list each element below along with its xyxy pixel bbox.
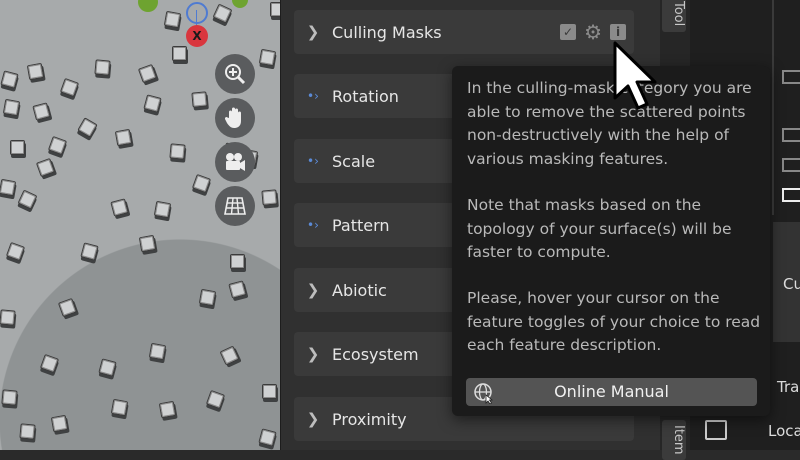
scatter-point (230, 254, 245, 269)
scatter-point (80, 242, 99, 261)
scatter-point (163, 10, 182, 29)
list-item[interactable] (782, 188, 800, 202)
pan-button[interactable] (215, 98, 255, 138)
row-label: Proximity (332, 409, 407, 429)
scatter-point (2, 98, 21, 117)
dot-chevron-icon: •› (307, 154, 319, 168)
scatter-point (258, 428, 277, 447)
scatter-point (153, 200, 172, 219)
list-item[interactable] (782, 158, 800, 172)
scatter-point (0, 178, 17, 197)
row-label: Pattern (332, 215, 390, 235)
panel-row-culling-masks[interactable]: ❯ Culling Masks ✓ ⚙ i (294, 10, 634, 54)
image-icon[interactable] (705, 420, 727, 440)
gizmo-x-axis[interactable]: X (186, 25, 208, 47)
cul-label: Cul (783, 275, 800, 293)
dot-chevron-icon: •› (307, 218, 319, 232)
scatter-point (0, 309, 16, 326)
scatter-point (114, 128, 133, 147)
checkbox-icon[interactable]: ✓ (560, 24, 577, 40)
scatter-point (17, 189, 38, 210)
scatter-point (191, 91, 208, 108)
row-label: Culling Masks (332, 22, 442, 42)
gear-icon[interactable]: ⚙ (584, 20, 602, 44)
scatter-point (138, 234, 157, 253)
scatter-point (0, 70, 19, 89)
scatter-point (98, 358, 117, 377)
tooltip: In the culling-mask category you are abl… (452, 66, 770, 416)
scatter-point (228, 280, 247, 299)
chevron-right-icon: ❯ (306, 345, 320, 363)
chevron-right-icon: ❯ (306, 23, 320, 41)
loca-label: Loca (768, 422, 800, 440)
camera-icon (226, 153, 245, 171)
scatter-point (212, 3, 233, 24)
scatter-point (59, 77, 80, 98)
gizmo-z-axis-ring[interactable] (186, 2, 208, 24)
grid-button[interactable] (215, 186, 255, 226)
scatter-point (39, 353, 60, 374)
grid-icon (224, 197, 246, 215)
scatter-point (5, 241, 26, 262)
chevron-right-icon: ❯ (306, 410, 320, 428)
online-manual-label: Online Manual (554, 382, 669, 402)
scatter-point (143, 94, 162, 113)
camera-button[interactable] (215, 142, 255, 182)
tooltip-paragraph-3: Please, hover your cursor on the feature… (467, 289, 761, 354)
tra-label: Tra (777, 378, 800, 396)
scatter-point (77, 117, 98, 138)
row-label: Ecosystem (332, 344, 419, 364)
info-icon[interactable]: i (610, 24, 626, 40)
list-item[interactable] (782, 128, 800, 142)
scatter-point (110, 198, 129, 217)
scatter-point (32, 102, 51, 121)
scatter-point (191, 173, 212, 194)
scatter-point (261, 189, 278, 206)
scatter-point (57, 297, 78, 318)
mouse-cursor-icon (613, 41, 657, 110)
scatter-point (262, 384, 277, 399)
scatter-point (110, 398, 129, 417)
scatter-point (94, 59, 111, 76)
scatter-point (50, 414, 69, 433)
row-label: Scale (332, 151, 376, 171)
chevron-right-icon: ❯ (306, 281, 320, 299)
list-item[interactable] (782, 70, 800, 84)
hand-icon (224, 107, 241, 128)
scatter-point (169, 143, 186, 160)
globe-icon (474, 383, 494, 404)
magnifier-plus-icon (225, 64, 246, 85)
panel-divider (772, 0, 774, 215)
scatter-point (47, 135, 68, 156)
scatter-point (270, 2, 280, 17)
scatter-point (19, 423, 36, 440)
scatter-point (10, 140, 25, 155)
scatter-point (198, 288, 217, 307)
scatter-point (158, 400, 177, 419)
gizmo-y-axis[interactable] (138, 0, 158, 12)
scatter-point (205, 389, 226, 410)
scatter-point (137, 63, 158, 84)
tab-item[interactable]: Item (662, 420, 686, 460)
3d-viewport[interactable]: X (0, 0, 280, 450)
scatter-point (26, 62, 45, 81)
scatter-point (1, 389, 18, 406)
online-manual-button[interactable]: Online Manual (466, 378, 757, 406)
scatter-point (219, 345, 240, 366)
row-label: Abiotic (332, 280, 387, 300)
scatter-point (172, 46, 187, 61)
tab-tool[interactable]: Tool (662, 0, 686, 32)
dot-chevron-icon: •› (307, 89, 319, 103)
scatter-point (258, 48, 277, 67)
zoom-button[interactable] (215, 54, 255, 94)
tab-label: Item (671, 425, 686, 455)
scatter-point (148, 342, 167, 361)
tab-label: Tool (671, 1, 686, 27)
scatter-point (35, 157, 56, 178)
row-label: Rotation (332, 86, 399, 106)
gizmo-x-label: X (192, 29, 202, 43)
tooltip-paragraph-2: Note that masks based on the topology of… (467, 196, 732, 261)
gizmo-y-axis-secondary[interactable] (232, 0, 248, 8)
